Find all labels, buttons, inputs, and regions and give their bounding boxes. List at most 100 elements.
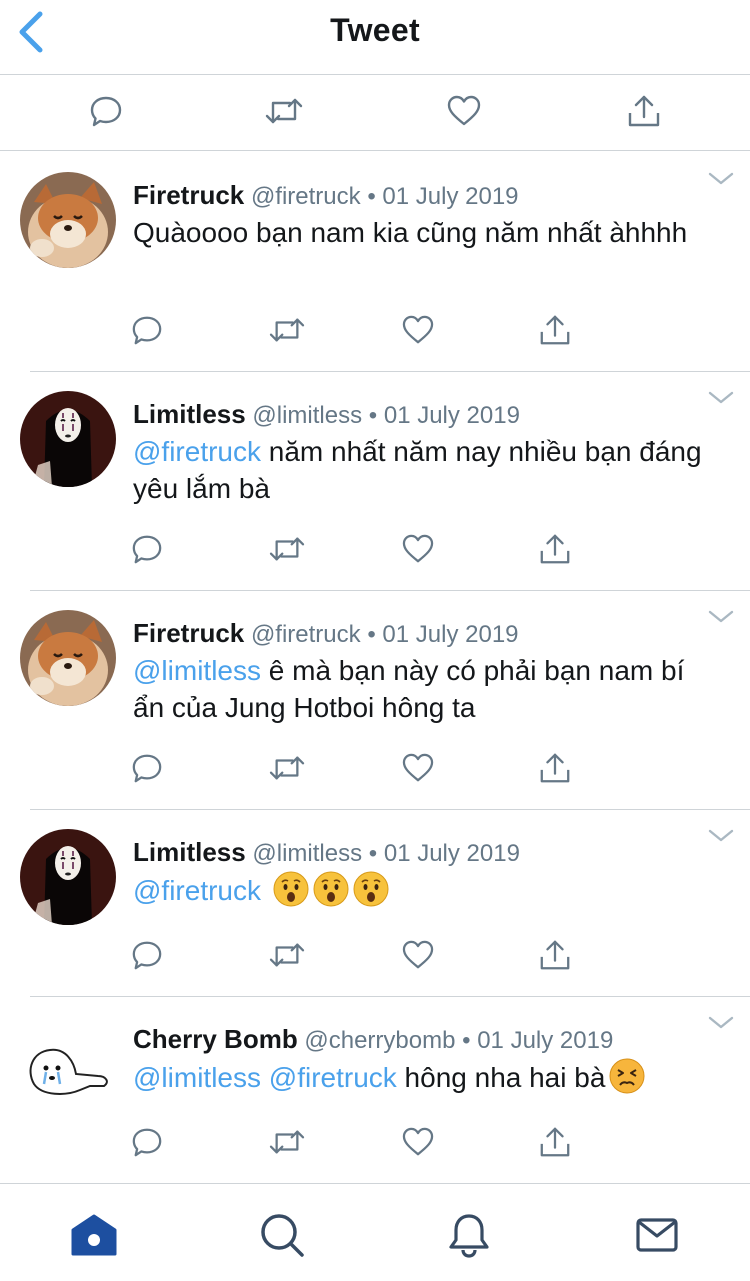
reply-button[interactable] (84, 89, 128, 133)
tweet-header: Limitless @limitless • 01 July 2019 (133, 837, 520, 869)
mention-link[interactable]: @firetruck (269, 1062, 397, 1093)
meta-separator: • (367, 183, 376, 210)
like-button[interactable] (442, 89, 486, 133)
meta-separator: • (462, 1027, 471, 1054)
retweet-button[interactable] (267, 310, 307, 350)
meta-separator: • (368, 402, 378, 429)
avatar[interactable] (20, 172, 116, 268)
tab-messages[interactable] (632, 1210, 682, 1260)
reply-icon (132, 941, 162, 970)
reply-tweet[interactable]: Firetruck @firetruck • 01 July 2019 @lim… (0, 590, 750, 809)
heart-icon (402, 753, 434, 782)
tab-bar (0, 1183, 750, 1281)
astonished-face-emoji (273, 871, 309, 907)
reply-tweet[interactable]: Limitless @limitless • 01 July 2019 @fir… (0, 371, 750, 590)
home-icon (71, 1214, 117, 1256)
retweet-icon (265, 98, 303, 124)
display-name[interactable]: Limitless (133, 399, 246, 429)
timestamp: 01 July 2019 (382, 621, 519, 648)
reply-tweet[interactable]: Firetruck @firetruck • 01 July 2019 Quào… (0, 152, 750, 371)
reply-button[interactable] (127, 748, 167, 788)
crying-seal-avatar (20, 1016, 116, 1112)
tweet-body: @limitless ê mà bạn này có phải bạn nam … (133, 652, 713, 726)
handle[interactable]: @limitless (252, 840, 362, 867)
handle[interactable]: @firetruck (251, 183, 361, 210)
tweet-header: Limitless @limitless • 01 July 2019 (133, 399, 520, 431)
meta-separator: • (368, 840, 378, 867)
avatar[interactable] (20, 391, 116, 487)
like-button[interactable] (398, 529, 438, 569)
chevron-down-icon[interactable] (708, 610, 734, 624)
meta-separator: • (367, 621, 376, 648)
reply-icon (132, 754, 162, 783)
tab-search[interactable] (257, 1210, 307, 1260)
avatar[interactable] (20, 1016, 116, 1112)
display-name[interactable]: Limitless (133, 837, 246, 867)
share-icon (628, 95, 660, 127)
share-button[interactable] (535, 1122, 575, 1162)
avatar[interactable] (20, 610, 116, 706)
tweet-body: Quàoooo bạn nam kia cũng năm nhất àhhhh (133, 214, 713, 251)
retweet-icon (269, 318, 305, 342)
reply-button[interactable] (127, 935, 167, 975)
shiba-dog-avatar (20, 610, 116, 706)
reply-icon (90, 96, 122, 127)
handle[interactable]: @cherrybomb (304, 1027, 455, 1054)
timestamp: 01 July 2019 (382, 183, 519, 210)
share-icon (540, 534, 570, 564)
like-button[interactable] (398, 748, 438, 788)
retweet-button[interactable] (262, 89, 306, 133)
reply-icon (132, 535, 162, 564)
search-icon (261, 1214, 304, 1257)
like-button[interactable] (398, 1122, 438, 1162)
mention-link[interactable]: @limitless (133, 655, 261, 686)
share-icon (540, 753, 570, 783)
share-button[interactable] (535, 310, 575, 350)
reply-button[interactable] (127, 310, 167, 350)
reply-tweet[interactable]: Limitless @limitless • 01 July 2019 @fir… (0, 809, 750, 996)
display-name[interactable]: Firetruck (133, 180, 244, 210)
handle[interactable]: @limitless (252, 402, 362, 429)
handle[interactable]: @firetruck (251, 621, 361, 648)
share-button[interactable] (622, 89, 666, 133)
share-button[interactable] (535, 748, 575, 788)
retweet-button[interactable] (267, 748, 307, 788)
retweet-button[interactable] (267, 1122, 307, 1162)
main-tweet-actions (0, 75, 750, 151)
display-name[interactable]: Cherry Bomb (133, 1024, 298, 1054)
tweet-text: Quàoooo bạn nam kia cũng năm nhất àhhhh (133, 217, 688, 248)
share-button[interactable] (535, 529, 575, 569)
tweet-header: Firetruck @firetruck • 01 July 2019 (133, 180, 519, 212)
timestamp: 01 July 2019 (383, 402, 520, 429)
share-icon (540, 1127, 570, 1157)
avatar[interactable] (20, 829, 116, 925)
retweet-button[interactable] (267, 529, 307, 569)
mention-link[interactable]: @limitless (133, 1062, 261, 1093)
heart-icon (402, 534, 434, 563)
chevron-down-icon[interactable] (708, 172, 734, 186)
reply-tweet[interactable]: Cherry Bomb @cherrybomb • 01 July 2019 @… (0, 996, 750, 1183)
tab-notifications[interactable] (444, 1210, 494, 1260)
messages-icon (636, 1218, 678, 1252)
page-title: Tweet (330, 12, 420, 48)
reply-icon (132, 316, 162, 345)
tab-home[interactable] (69, 1210, 119, 1260)
notifications-icon (449, 1214, 489, 1258)
share-button[interactable] (535, 935, 575, 975)
like-button[interactable] (398, 310, 438, 350)
reply-button[interactable] (127, 529, 167, 569)
reply-button[interactable] (127, 1122, 167, 1162)
chevron-down-icon[interactable] (708, 391, 734, 405)
share-icon (540, 315, 570, 345)
mention-link[interactable]: @firetruck (133, 436, 261, 467)
divider (30, 809, 750, 810)
reply-icon (132, 1128, 162, 1157)
retweet-button[interactable] (267, 935, 307, 975)
display-name[interactable]: Firetruck (133, 618, 244, 648)
like-button[interactable] (398, 935, 438, 975)
divider (30, 371, 750, 372)
chevron-down-icon[interactable] (708, 1016, 734, 1030)
mention-link[interactable]: @firetruck (133, 875, 261, 906)
astonished-face-emoji (313, 871, 349, 907)
chevron-down-icon[interactable] (708, 829, 734, 843)
